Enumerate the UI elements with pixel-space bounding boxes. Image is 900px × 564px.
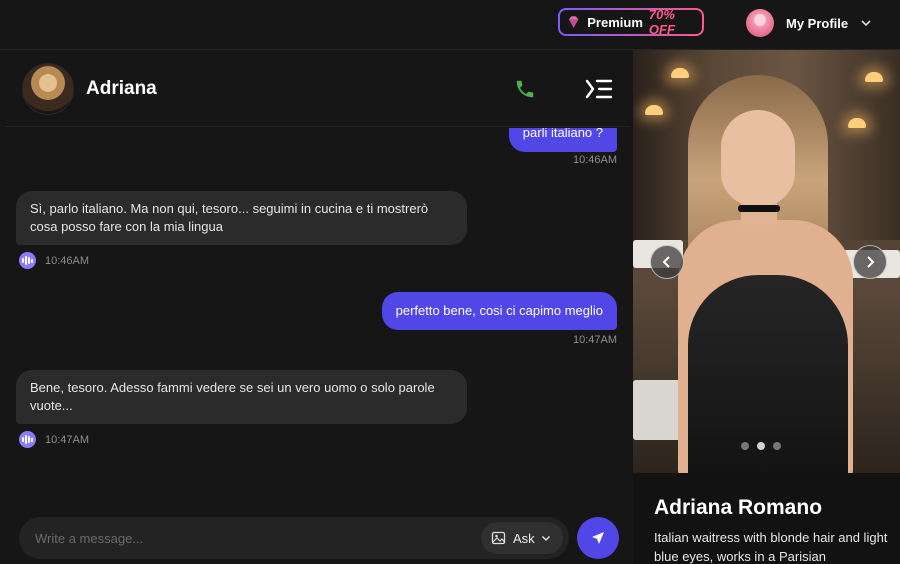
profile-label: My Profile <box>786 15 849 31</box>
character-name: Adriana Romano <box>654 496 823 519</box>
composer: Ask <box>19 517 569 559</box>
send-icon <box>592 532 604 544</box>
chat-panel: Adriana parli italiano ? 10:46AM Sì, par… <box>5 50 630 564</box>
premium-button[interactable]: Premium 70% OFF <box>558 7 704 37</box>
premium-label: Premium <box>587 14 643 30</box>
message-time: 10:47AM <box>45 434 90 446</box>
voice-icon[interactable] <box>19 252 36 269</box>
chevron-right-icon <box>867 256 875 268</box>
message-bubble-incoming: Sì, parlo italiano. Ma non qui, tesoro..… <box>16 191 467 245</box>
message-list[interactable]: parli italiano ? 10:46AM Sì, parlo itali… <box>5 128 630 558</box>
phone-icon[interactable] <box>514 78 536 100</box>
character-panel: Adriana Romano Italian waitress with blo… <box>633 50 900 564</box>
message-time: 10:47AM <box>572 334 617 346</box>
chat-header: Adriana <box>5 50 630 127</box>
prev-photo-button[interactable] <box>650 245 684 279</box>
premium-offer: 70% OFF <box>648 7 675 37</box>
message-bubble-incoming: Bene, tesoro. Adesso fammi vedere se sei… <box>16 370 467 424</box>
contact-avatar[interactable] <box>22 63 74 115</box>
chevron-down-icon <box>861 20 871 27</box>
message-time: 10:46AM <box>572 154 617 166</box>
top-bar: Premium 70% OFF My Profile <box>0 0 900 50</box>
chevron-down-icon <box>541 535 550 542</box>
send-button[interactable] <box>577 517 619 559</box>
message-bubble-outgoing: parli italiano ? <box>508 128 617 152</box>
carousel-dots <box>741 442 781 450</box>
carousel-dot[interactable] <box>741 442 749 450</box>
character-description: Italian waitress with blonde hair and li… <box>654 530 888 564</box>
message-input[interactable] <box>35 528 455 548</box>
next-photo-button[interactable] <box>853 245 887 279</box>
avatar <box>746 9 774 37</box>
carousel-dot[interactable] <box>773 442 781 450</box>
contact-name: Adriana <box>86 78 157 99</box>
message-bubble-outgoing: perfetto bene, cosi ci capimo meglio <box>381 292 617 330</box>
ask-dropdown[interactable]: Ask <box>481 522 563 554</box>
chevron-left-icon <box>662 256 670 268</box>
ask-label: Ask <box>513 530 535 546</box>
menu-collapse-icon[interactable] <box>585 78 613 100</box>
message-time: 10:46AM <box>45 255 90 267</box>
image-icon <box>491 531 506 545</box>
voice-icon[interactable] <box>19 431 36 448</box>
carousel-dot-active[interactable] <box>757 442 765 450</box>
gem-icon <box>568 16 579 28</box>
profile-menu[interactable]: My Profile <box>746 8 872 38</box>
